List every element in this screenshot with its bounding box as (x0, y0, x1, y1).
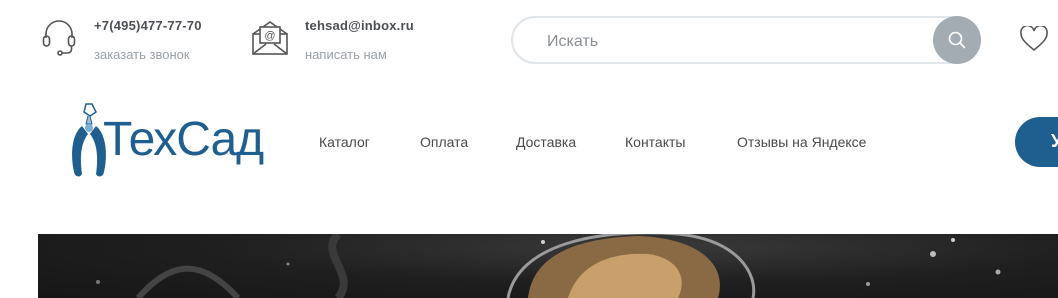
search-bar (511, 16, 981, 64)
envelope-icon: @ (252, 21, 288, 55)
heart-icon[interactable] (1020, 26, 1048, 52)
search-input[interactable] (545, 30, 929, 54)
svg-text:@: @ (264, 30, 275, 42)
search-button[interactable] (933, 16, 981, 64)
write-us-link[interactable]: написать нам (305, 47, 414, 62)
email-address[interactable]: tehsad@inbox.ru (305, 18, 414, 33)
headset-icon (42, 20, 76, 56)
nav-item-delivery[interactable]: Доставка (516, 134, 576, 150)
nav-item-contacts[interactable]: Контакты (625, 134, 685, 150)
email-contact: @ tehsad@inbox.ru написать нам (251, 18, 414, 62)
logo-text: ТехСад (103, 113, 264, 166)
nav-item-yandex-reviews[interactable]: Отзывы на Яндексе (737, 134, 866, 150)
nav-item-catalog[interactable]: Каталог (319, 134, 370, 150)
request-call-link[interactable]: заказать звонок (94, 47, 202, 62)
hero-photo (96, 234, 1001, 298)
nav-item-payment[interactable]: Оплата (420, 134, 468, 150)
phone-number[interactable]: +7(495)477-77-70 (94, 18, 202, 33)
cta-button[interactable]: У (1015, 117, 1058, 167)
hero-banner-image (38, 234, 1058, 298)
phone-contact: +7(495)477-77-70 заказать звонок (40, 18, 202, 62)
cta-label: У (1051, 131, 1058, 151)
search-icon (948, 31, 966, 49)
